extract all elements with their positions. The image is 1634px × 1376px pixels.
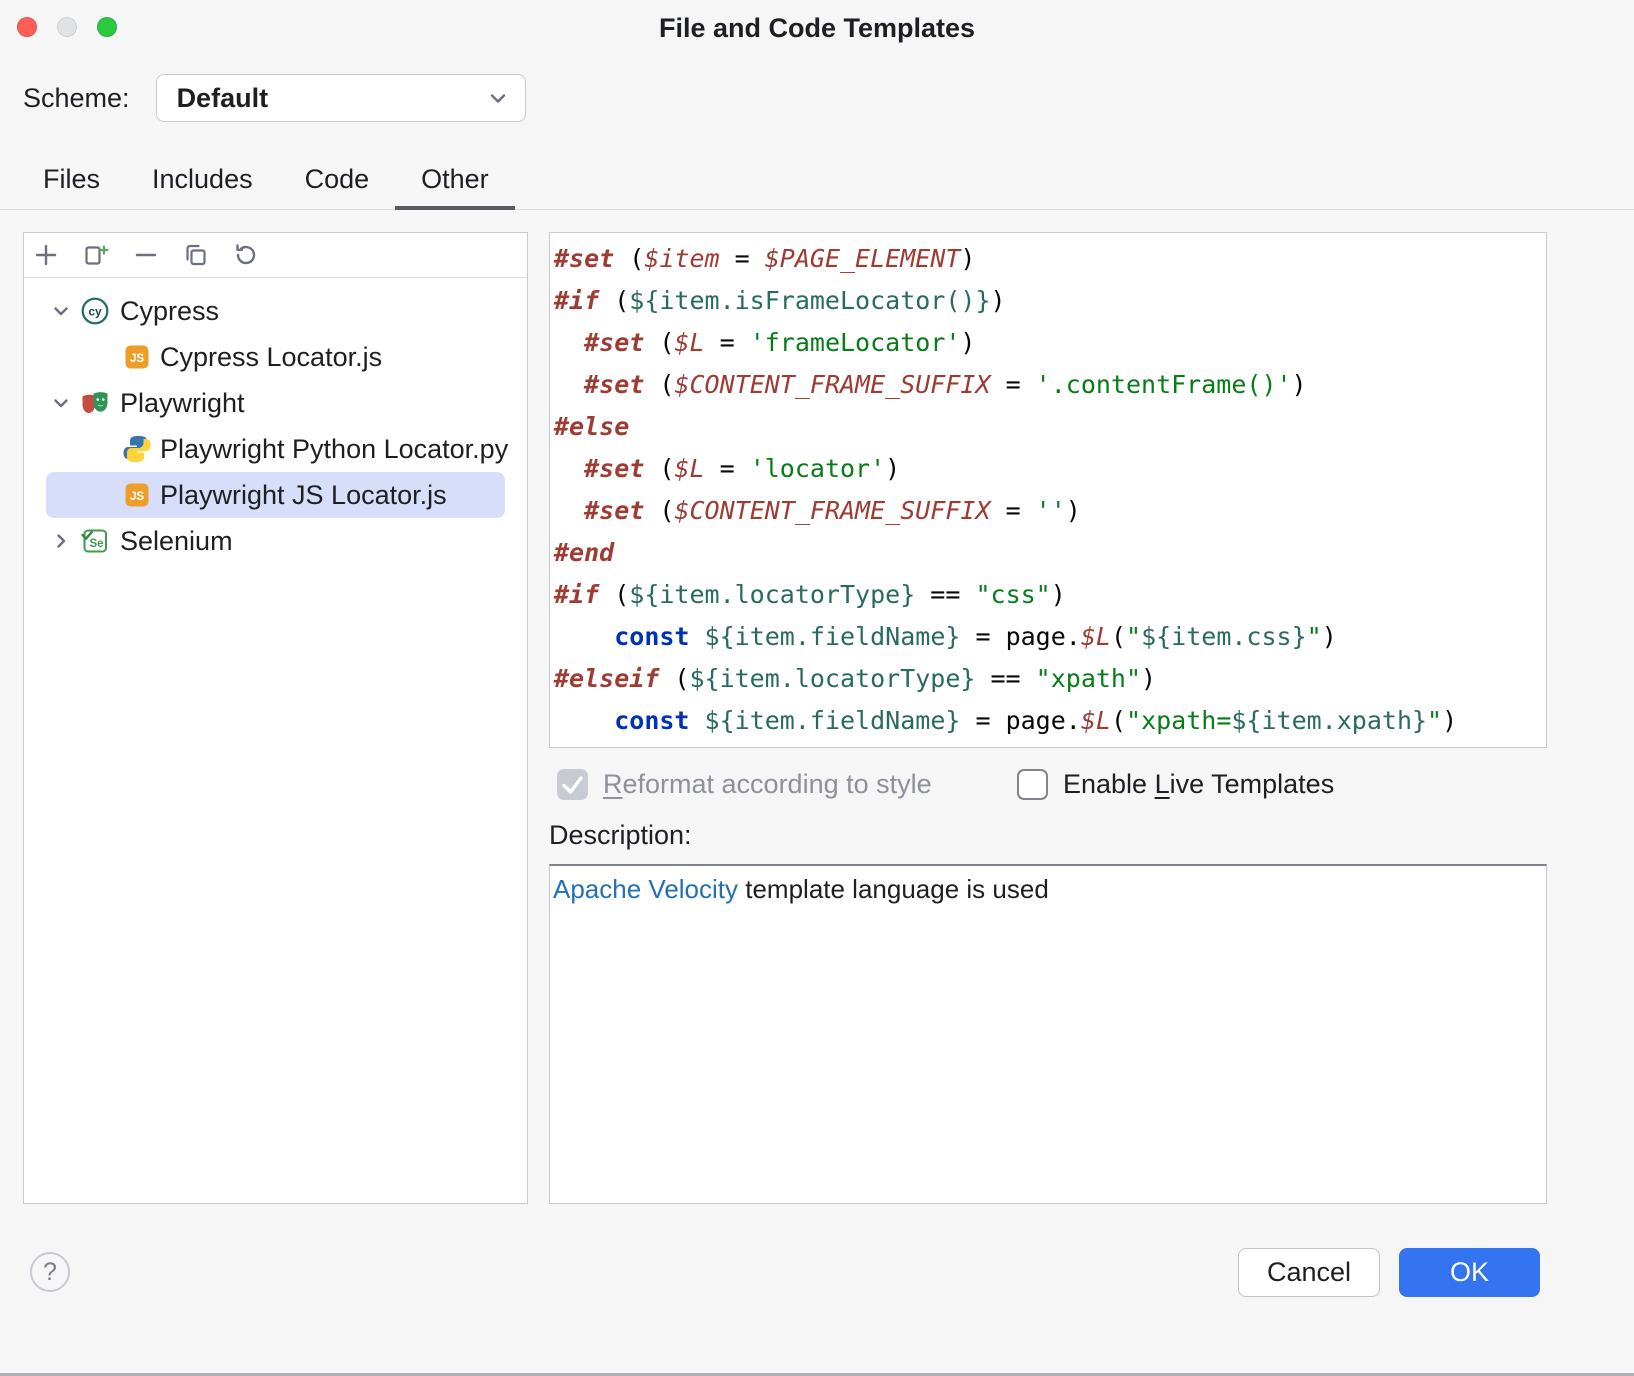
code-line: #elseif (${item.locatorType} == "xpath") <box>554 658 1540 700</box>
code-line: #set ($CONTENT_FRAME_SUFFIX = '.contentF… <box>554 364 1540 406</box>
tree-item-playwright-python-locator-py[interactable]: Playwright Python Locator.py <box>46 426 505 472</box>
chevron-down-icon[interactable] <box>48 390 74 416</box>
help-button[interactable]: ? <box>30 1252 70 1292</box>
tab-code[interactable]: Code <box>279 152 396 210</box>
selenium-icon: Se <box>80 526 110 556</box>
description-label: Description: <box>549 820 692 851</box>
code-line: #if (${item.isFrameLocator()}) <box>554 280 1540 322</box>
code-line: #set ($CONTENT_FRAME_SUFFIX = '') <box>554 490 1540 532</box>
live-templates-checkbox[interactable] <box>1017 769 1048 800</box>
scheme-label: Scheme: <box>23 83 130 114</box>
chevron-down-icon[interactable] <box>48 298 74 324</box>
tree-item-label: Playwright <box>120 388 245 419</box>
template-list-panel: cy Cypress JS Cypress Locator.js Playwright P… <box>23 232 528 1204</box>
tab-bar: FilesIncludesCodeOther <box>0 152 1634 210</box>
js-icon: JS <box>122 480 152 510</box>
code-line: const ${item.fieldName} = page.$L("${ite… <box>554 616 1540 658</box>
window-title: File and Code Templates <box>0 13 1634 44</box>
titlebar: File and Code Templates <box>0 0 1634 56</box>
reformat-checkbox <box>557 769 588 800</box>
code-line: #set ($L = 'frameLocator') <box>554 322 1540 364</box>
copy-icon[interactable] <box>83 242 109 268</box>
template-editor[interactable]: #set ($item = $PAGE_ELEMENT)#if (${item.… <box>549 232 1547 748</box>
help-icon: ? <box>43 1258 57 1287</box>
js-icon: JS <box>122 342 152 372</box>
cypress-icon: cy <box>80 296 110 326</box>
python-icon <box>122 434 152 464</box>
scheme-value: Default <box>177 83 269 114</box>
tree-item-cypress[interactable]: cy Cypress <box>46 288 505 334</box>
svg-text:JS: JS <box>130 491 144 503</box>
check-icon <box>557 769 588 800</box>
code-line: #set ($item = $PAGE_ELEMENT) <box>554 238 1540 280</box>
tab-other[interactable]: Other <box>395 152 515 210</box>
live-templates-label: Enable Live Templates <box>1063 769 1334 800</box>
svg-text:JS: JS <box>130 353 144 365</box>
tab-includes[interactable]: Includes <box>126 152 279 210</box>
scheme-select[interactable]: Default <box>156 74 526 122</box>
svg-text:cy: cy <box>88 305 102 319</box>
tree-item-label: Selenium <box>120 526 233 557</box>
tree-item-playwright-js-locator-js[interactable]: JS Playwright JS Locator.js <box>46 472 505 518</box>
add-icon[interactable] <box>33 242 59 268</box>
tree-item-label: Cypress Locator.js <box>160 342 382 373</box>
chevron-down-icon <box>485 85 511 111</box>
live-templates-option: Enable Live Templates <box>1017 768 1334 800</box>
svg-text:Se: Se <box>89 538 103 550</box>
playwright-icon <box>80 388 110 418</box>
reset-icon[interactable] <box>233 242 259 268</box>
scheme-row: Scheme: Default <box>23 74 526 122</box>
ok-button[interactable]: OK <box>1399 1248 1540 1297</box>
code-line: #set ($L = 'locator') <box>554 448 1540 490</box>
remove-icon[interactable] <box>133 242 159 268</box>
chevron-right-icon[interactable] <box>48 528 74 554</box>
code-line: #if (${item.locatorType} == "css") <box>554 574 1540 616</box>
cancel-button[interactable]: Cancel <box>1238 1248 1380 1297</box>
template-tree: cy Cypress JS Cypress Locator.js Playwright P… <box>24 278 527 564</box>
tree-item-cypress-locator-js[interactable]: JS Cypress Locator.js <box>46 334 505 380</box>
description-text: template language is used <box>738 874 1049 904</box>
tree-toolbar <box>24 233 527 278</box>
tree-item-label: Playwright JS Locator.js <box>160 480 447 511</box>
description-box: Apache Velocity template language is use… <box>549 864 1547 1204</box>
tree-item-playwright[interactable]: Playwright <box>46 380 505 426</box>
tree-item-label: Playwright Python Locator.py <box>160 434 508 465</box>
tree-item-selenium[interactable]: Se Selenium <box>46 518 505 564</box>
reformat-label: Reformat according to style <box>603 769 932 800</box>
reformat-option: Reformat according to style <box>557 768 932 800</box>
tree-item-label: Cypress <box>120 296 219 327</box>
code-line: #end <box>554 532 1540 574</box>
tab-files[interactable]: Files <box>17 152 126 210</box>
duplicate-icon[interactable] <box>183 242 209 268</box>
code-line: #else <box>554 406 1540 448</box>
apache-velocity-link[interactable]: Apache Velocity <box>553 874 738 904</box>
code-line: const ${item.fieldName} = page.$L("xpath… <box>554 700 1540 742</box>
